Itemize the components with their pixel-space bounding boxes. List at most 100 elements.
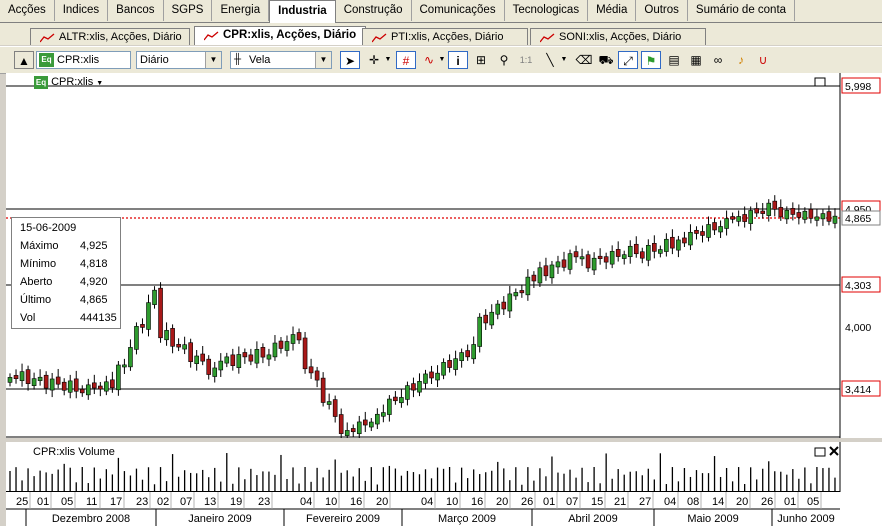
zoom-button[interactable]: ⚲ xyxy=(494,51,514,69)
day-tick-label: 26 xyxy=(521,496,533,508)
indicators-button[interactable]: ∿ xyxy=(419,51,439,69)
trade-levels-button[interactable]: ⚑ xyxy=(641,51,661,69)
maximize-pane-icon[interactable] xyxy=(814,447,826,457)
category-tab-sum-rio-de-conta[interactable]: Sumário de conta xyxy=(688,0,796,21)
magnet-button[interactable]: ∪ xyxy=(753,51,773,69)
candle-body xyxy=(429,371,434,379)
info-row-label: Aberto xyxy=(20,276,53,288)
info-row: Mínimo 4,818 xyxy=(20,256,120,272)
link-button[interactable]: ∞ xyxy=(708,51,728,69)
period-select[interactable]: Diário ▼ xyxy=(136,51,222,69)
category-tab-indices[interactable]: Indices xyxy=(55,0,109,21)
category-tab-bancos[interactable]: Bancos xyxy=(108,0,164,21)
auto-scroll-button[interactable]: ⤢ xyxy=(618,51,638,69)
info-row-label: Mínimo xyxy=(20,258,57,270)
price-chart[interactable]: 5,9984,9504,8654,3034,0003,414 xyxy=(6,73,882,438)
symbol-legend-label: CPR:xlis xyxy=(51,76,94,88)
line-tool-menu-button[interactable]: ▼ xyxy=(559,51,569,69)
candle-body xyxy=(61,381,67,391)
candle-body xyxy=(670,236,675,249)
candle-body xyxy=(405,385,410,400)
candle-body xyxy=(778,207,784,218)
candle-body xyxy=(55,376,61,385)
month-label: Dezembro 2008 xyxy=(52,513,130,525)
day-tick-label: 05 xyxy=(807,496,819,508)
pointer-tool-button[interactable]: ➤ xyxy=(340,51,360,69)
candle-body xyxy=(435,372,440,381)
crosshair-tool-button[interactable]: ✛ xyxy=(364,51,384,69)
chart-style-value: Vela xyxy=(249,54,271,66)
candle-body xyxy=(609,251,615,265)
info-row-label: Último xyxy=(20,294,52,306)
candle-body xyxy=(483,314,489,324)
category-tab-ac-es[interactable]: Acções xyxy=(0,0,55,21)
candle-body xyxy=(808,208,814,219)
day-tick-label: 25 xyxy=(16,496,28,508)
candle-body xyxy=(790,208,796,215)
day-tick-label: 19 xyxy=(230,496,242,508)
zoom-reset-button[interactable]: 1:1 xyxy=(516,51,536,69)
symbol-legend[interactable]: Eq CPR:xlis ▼ xyxy=(34,74,103,90)
candle-body xyxy=(387,398,392,415)
candle-body xyxy=(453,358,458,370)
eraser-button[interactable]: ⌫ xyxy=(574,51,594,69)
candle-body xyxy=(49,378,55,391)
line-tool-button[interactable]: ╲ xyxy=(540,51,560,69)
chart-style-select[interactable]: ╫ Vela ▼ xyxy=(230,51,332,69)
category-tab-sgps[interactable]: SGPS xyxy=(164,0,213,21)
day-tick-label: 05 xyxy=(61,496,73,508)
category-tab-tecnologicas[interactable]: Tecnologicas xyxy=(505,0,589,21)
info-date: 15-06-2009 xyxy=(20,222,77,234)
category-tab-m-dia[interactable]: Média xyxy=(588,0,637,21)
category-tab-outros[interactable]: Outros xyxy=(636,0,688,21)
document-tab-3[interactable]: SONI:xlis, Acções, Diário xyxy=(530,28,706,45)
bucket-button[interactable]: ⛟ xyxy=(596,51,616,69)
document-tab-1[interactable]: CPR:xlis, Acções, Diário xyxy=(194,26,366,45)
template-icon: ▤ xyxy=(668,53,680,67)
grid-toggle-button[interactable]: # xyxy=(396,51,416,69)
indicators-menu-button[interactable]: ▼ xyxy=(437,51,447,69)
maximize-pane-icon[interactable] xyxy=(814,77,826,87)
ohlc-info-box: 15-06-2009 Máximo 4,925 Mínimo 4,818 Aberto 4… xyxy=(11,217,121,329)
candle-body xyxy=(98,385,103,390)
crosshair-menu-button[interactable]: ▼ xyxy=(383,51,393,69)
candle-body xyxy=(796,212,802,218)
candle-body xyxy=(362,419,368,426)
candle-body xyxy=(814,216,820,221)
candle-body xyxy=(471,344,476,360)
magnet-icon: ∪ xyxy=(758,53,768,67)
candle-body xyxy=(579,256,585,260)
day-tick-label: 15 xyxy=(591,496,603,508)
day-tick-label: 20 xyxy=(496,496,508,508)
category-tab-constru-o[interactable]: Construção xyxy=(336,0,412,21)
volume-chart[interactable] xyxy=(6,442,882,492)
candle-body xyxy=(326,401,332,405)
candle-body xyxy=(573,251,579,258)
chart-list-button[interactable]: ▦ xyxy=(686,51,706,69)
candle-body xyxy=(525,276,531,296)
candle-body xyxy=(519,290,525,294)
candle-body xyxy=(19,371,25,382)
info-window-button[interactable]: i xyxy=(448,51,468,69)
category-tab-energia[interactable]: Energia xyxy=(212,0,270,21)
document-tab-2[interactable]: PTI:xlis, Acções, Diário xyxy=(362,28,528,45)
candle-body xyxy=(537,267,543,284)
category-tab-industria[interactable]: Industria xyxy=(269,0,336,23)
candle-body xyxy=(477,316,482,347)
alert-button[interactable]: ♪ xyxy=(731,51,751,69)
candle-body xyxy=(393,396,398,402)
template-button[interactable]: ▤ xyxy=(664,51,684,69)
document-tab-0[interactable]: ALTR:xlis, Acções, Diário xyxy=(30,28,190,45)
month-label: Abril 2009 xyxy=(568,513,618,525)
collapse-up-button[interactable]: ▲ xyxy=(14,51,34,69)
category-tab-comunica-es[interactable]: Comunicações xyxy=(412,0,505,21)
month-label: Março 2009 xyxy=(438,513,496,525)
candle-body xyxy=(507,293,513,312)
candle-body xyxy=(224,356,230,364)
day-tick-label: 21 xyxy=(614,496,626,508)
symbol-input[interactable]: Eq CPR:xlis xyxy=(36,51,131,69)
candle-body xyxy=(784,210,790,220)
properties-button[interactable]: ⊞ xyxy=(471,51,491,69)
line-chart-icon xyxy=(372,33,387,43)
day-tick-label: 01 xyxy=(543,496,555,508)
